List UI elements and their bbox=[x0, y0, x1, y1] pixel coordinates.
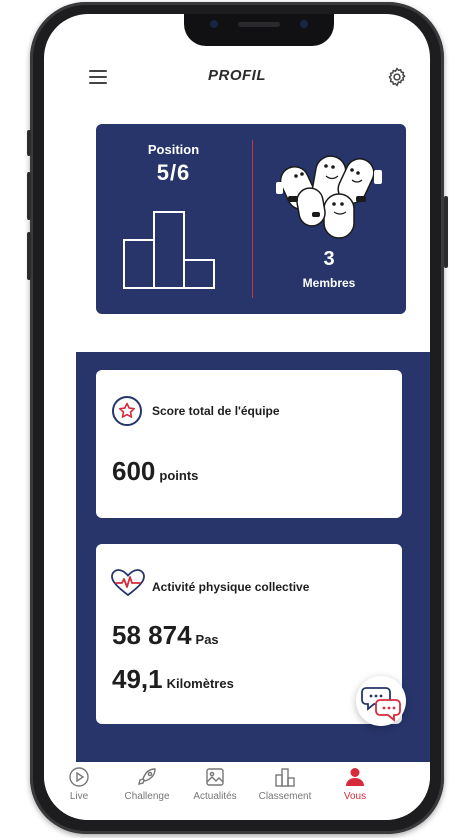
card-divider bbox=[252, 140, 253, 298]
nav-label-live: Live bbox=[69, 791, 89, 802]
app-header: PROFIL bbox=[44, 60, 430, 96]
image-icon bbox=[206, 768, 224, 786]
nav-label-classement: Classement bbox=[258, 791, 312, 802]
team-summary-card: Position 5/6 3 Membres bbox=[96, 124, 406, 314]
members-count: 3 bbox=[323, 248, 335, 270]
team-members-illustration bbox=[276, 155, 382, 239]
members-label: Membres bbox=[302, 276, 356, 290]
nav-item-actualites[interactable]: Actualités bbox=[180, 766, 250, 802]
position-value: 5/6 bbox=[156, 160, 191, 185]
podium-icon bbox=[275, 768, 295, 787]
page-title: PROFIL bbox=[208, 67, 266, 84]
steps-unit: Pas bbox=[195, 632, 219, 647]
power-button bbox=[444, 196, 448, 268]
play-icon bbox=[69, 767, 89, 787]
rocket-icon bbox=[138, 768, 156, 785]
team-score-card: Score total de l'équipe 600 points bbox=[96, 370, 402, 518]
nav-item-live[interactable]: Live bbox=[44, 766, 114, 802]
gear-icon[interactable] bbox=[386, 66, 408, 88]
podium-icon bbox=[123, 211, 215, 289]
nav-item-challenge[interactable]: Challenge bbox=[112, 766, 182, 802]
nav-item-classement[interactable]: Classement bbox=[250, 766, 320, 802]
score-value: 600 bbox=[112, 456, 156, 486]
bottom-nav: Live Challenge Actualités Classement Vou… bbox=[44, 762, 430, 820]
score-unit: points bbox=[159, 468, 199, 483]
position-label: Position bbox=[147, 142, 200, 157]
distance-value: 49,1 bbox=[112, 664, 163, 694]
activity-card-title: Activité physique collective bbox=[152, 580, 310, 594]
person-icon bbox=[346, 768, 364, 786]
score-card-title: Score total de l'équipe bbox=[152, 404, 280, 418]
nav-item-vous[interactable]: Vous bbox=[320, 766, 390, 802]
chat-button[interactable] bbox=[356, 676, 406, 726]
nav-label-vous: Vous bbox=[343, 791, 367, 802]
steps-value: 58 874 bbox=[112, 620, 192, 650]
mute-switch bbox=[27, 130, 31, 156]
nav-label-challenge: Challenge bbox=[124, 791, 170, 802]
app-screen: PROFIL Position 5/6 3 Membres Score tota… bbox=[44, 14, 430, 820]
distance-unit: Kilomètres bbox=[166, 676, 234, 691]
volume-up-button bbox=[27, 172, 31, 220]
star-badge-icon bbox=[112, 396, 142, 426]
heart-pulse-icon bbox=[111, 569, 145, 597]
notch bbox=[184, 14, 334, 46]
chat-bubbles-icon bbox=[361, 687, 401, 722]
nav-label-actualites: Actualités bbox=[193, 791, 237, 802]
volume-down-button bbox=[27, 232, 31, 280]
